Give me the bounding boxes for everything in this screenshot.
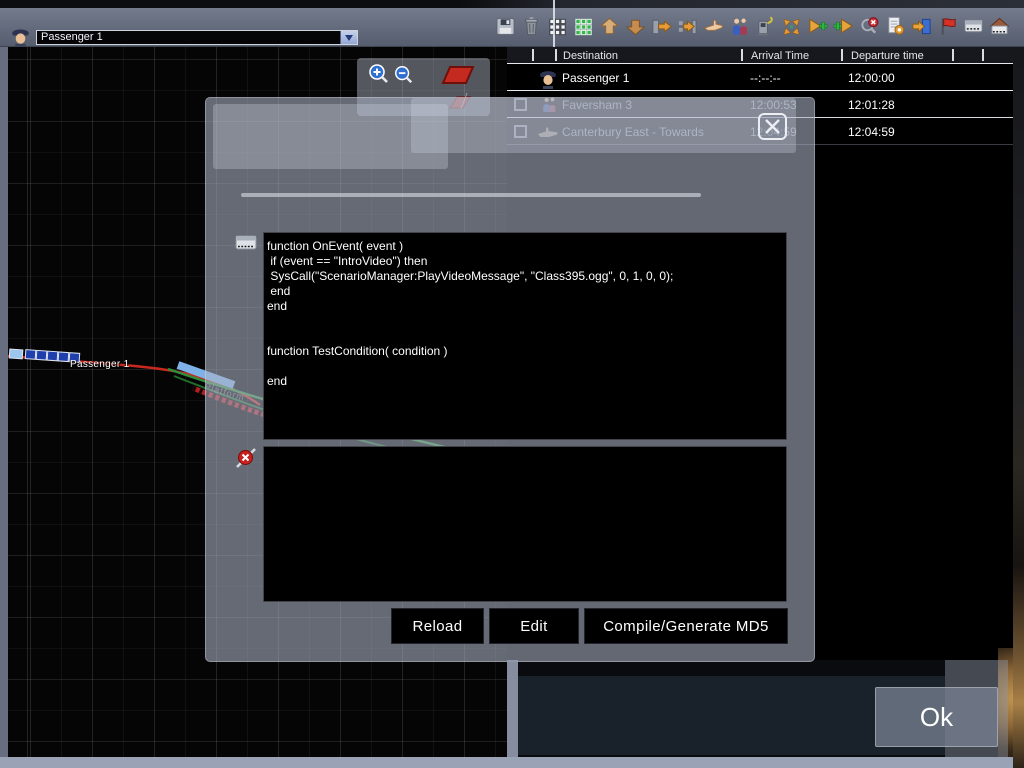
row-departure: 12:04:59 [848, 125, 895, 139]
delete-icon[interactable] [521, 12, 542, 40]
center-view-icon[interactable] [781, 12, 802, 40]
exit-portal-icon[interactable] [911, 12, 932, 40]
app-window: Passenger 1 Passenger 1 Platform [0, 0, 1024, 768]
row-departure: 12:00:00 [848, 71, 895, 85]
compile-generate-md5-button[interactable]: Compile/Generate MD5 [584, 608, 788, 644]
add-driver-icon[interactable] [807, 12, 828, 40]
depot-icon[interactable] [989, 12, 1010, 40]
driver-icon [9, 25, 32, 48]
header-tick [555, 49, 557, 61]
consist-select-button[interactable] [340, 31, 357, 44]
grid-white-icon[interactable] [547, 12, 568, 40]
driver-icon [537, 66, 559, 90]
script-code-text: function OnEvent( event ) if (event == "… [264, 233, 786, 389]
script-output-box [263, 446, 787, 602]
shunt-out-icon[interactable] [677, 12, 698, 40]
dialog-divider [241, 193, 701, 197]
row-arrival: --:--:-- [750, 71, 781, 85]
header-tick [982, 49, 984, 61]
script-display-icon [235, 234, 257, 252]
grid-green-icon[interactable] [573, 12, 594, 40]
header-tick [532, 49, 534, 61]
shunt-in-icon[interactable] [651, 12, 672, 40]
panel-edge-strip [507, 660, 518, 757]
view-2d-icon[interactable] [441, 63, 475, 86]
consist-select[interactable]: Passenger 1 [36, 30, 358, 45]
script-error-icon [235, 447, 257, 469]
unload-down-arrow-icon[interactable] [625, 12, 646, 40]
reload-button[interactable]: Reload [391, 608, 484, 644]
toolbar-separator [553, 0, 555, 47]
map-train-label: Passenger 1 [70, 359, 129, 370]
edit-button[interactable]: Edit [489, 608, 579, 644]
column-departure[interactable]: Departure time [851, 50, 924, 62]
header-tick [952, 49, 954, 61]
left-edge-strip [0, 47, 8, 768]
chevron-down-icon [345, 35, 353, 41]
close-icon[interactable] [758, 113, 787, 140]
message-display-icon[interactable] [963, 12, 984, 40]
script-code-editor[interactable]: function OnEvent( event ) if (event == "… [263, 232, 787, 440]
script-settings-icon[interactable] [885, 12, 906, 40]
remove-search-icon[interactable] [859, 12, 880, 40]
ok-button[interactable]: Ok [875, 687, 998, 747]
select-hand-icon[interactable] [703, 12, 724, 40]
bottom-bar [0, 757, 1013, 768]
save-icon[interactable] [495, 12, 516, 40]
consist-select-value: Passenger 1 [37, 31, 340, 44]
world-view-strip [1013, 47, 1024, 768]
header-tick [741, 49, 743, 61]
fuel-point-icon[interactable] [755, 12, 776, 40]
table-row-selected[interactable]: Passenger 1 --:--:-- 12:00:00 [507, 65, 1013, 91]
dialog-title-panel [411, 98, 796, 153]
row-departure: 12:01:28 [848, 98, 895, 112]
zoom-out-icon[interactable] [393, 64, 414, 85]
timetable-header: Destination Arrival Time Departure time [507, 47, 1013, 64]
script-editor-dialog: function OnEvent( event ) if (event == "… [205, 97, 815, 662]
row-destination: Passenger 1 [562, 71, 629, 85]
passengers-icon[interactable] [729, 12, 750, 40]
add-instruction-icon[interactable] [833, 12, 854, 40]
load-up-arrow-icon[interactable] [599, 12, 620, 40]
column-arrival[interactable]: Arrival Time [751, 50, 809, 62]
header-tick [841, 49, 843, 61]
top-strip [0, 0, 1024, 8]
event-flag-icon[interactable] [937, 12, 958, 40]
zoom-in-icon[interactable] [367, 62, 390, 85]
column-destination[interactable]: Destination [563, 50, 618, 62]
